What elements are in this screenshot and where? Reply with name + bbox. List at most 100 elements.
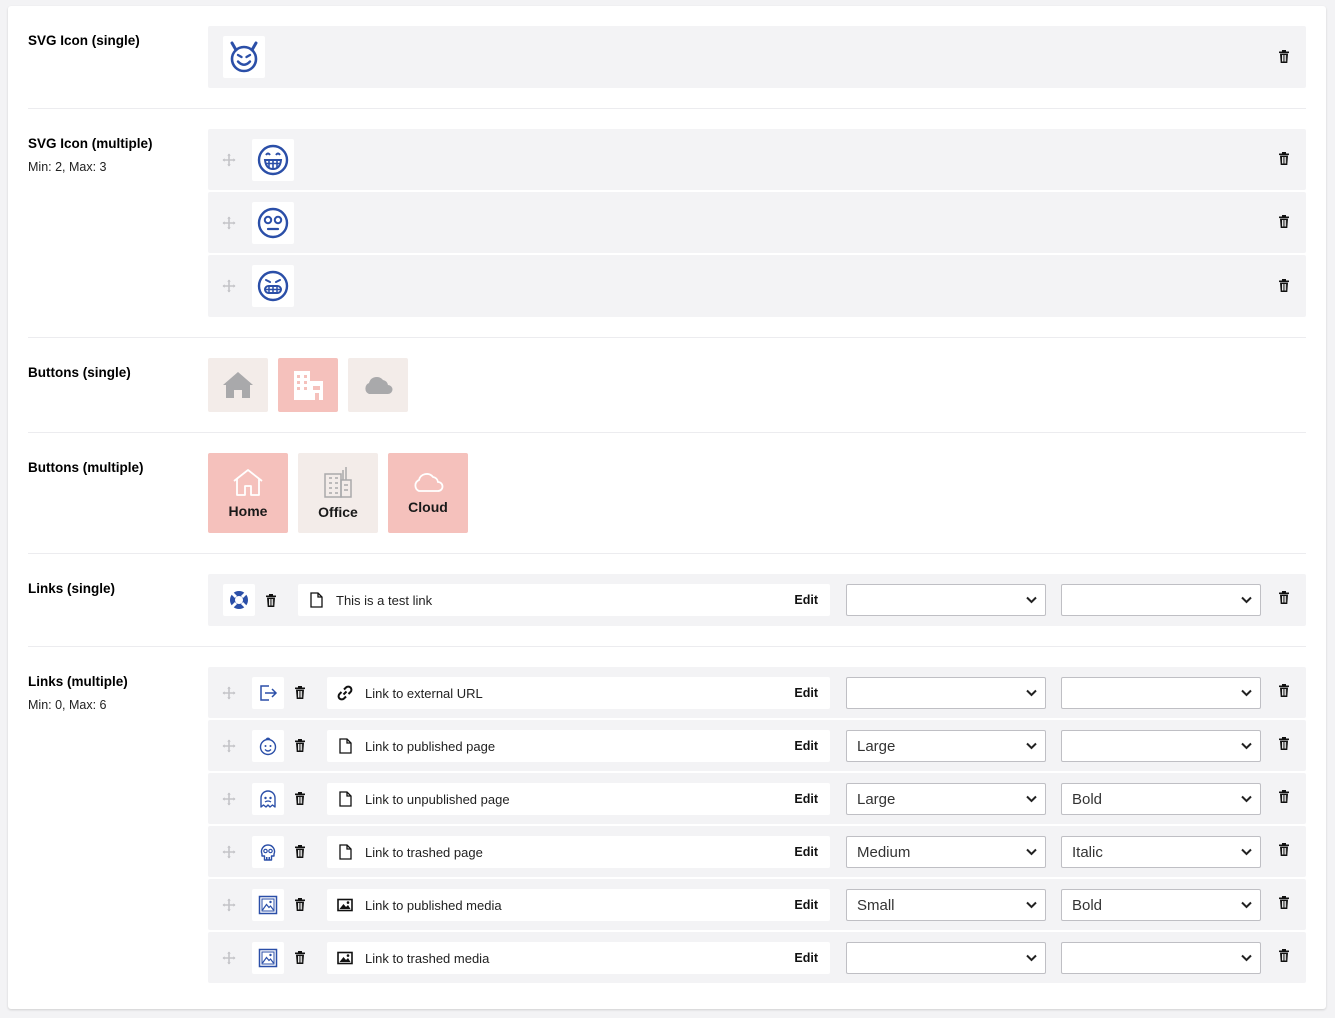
trash-icon[interactable] (294, 739, 306, 752)
property-buttons-single: Buttons (single) (28, 338, 1306, 433)
link-text: Link to published page (365, 739, 496, 754)
link-row: Link to trashed media Edit (208, 932, 1306, 983)
link-icon (337, 685, 353, 701)
property-description: Min: 0, Max: 6 (28, 698, 107, 712)
drag-handle-icon[interactable] (222, 951, 236, 965)
style-select[interactable] (1061, 730, 1261, 762)
link-text: Link to unpublished page (365, 792, 510, 807)
trash-icon[interactable] (1278, 843, 1290, 856)
link-row: Link to trashed page Edit Medium Italic (208, 826, 1306, 877)
link-text: This is a test link (336, 593, 433, 608)
trash-icon[interactable] (1278, 591, 1290, 604)
edit-link-button[interactable]: Edit (794, 739, 818, 753)
svg-icon-row (208, 255, 1306, 317)
home-icon (223, 372, 253, 398)
size-select[interactable] (846, 942, 1046, 974)
select-value: Small (857, 897, 895, 914)
sign-out-icon[interactable] (252, 677, 284, 709)
style-select[interactable]: Italic (1061, 836, 1261, 868)
size-select[interactable]: Large (846, 783, 1046, 815)
chevron-down-icon (1241, 848, 1252, 856)
size-select[interactable] (846, 677, 1046, 709)
edit-link-button[interactable]: Edit (794, 845, 818, 859)
style-select[interactable] (1061, 584, 1261, 616)
trash-icon[interactable] (294, 686, 306, 699)
trash-icon[interactable] (294, 792, 306, 805)
trash-icon[interactable] (1278, 279, 1290, 292)
trash-icon[interactable] (1278, 50, 1290, 63)
trash-icon[interactable] (294, 951, 306, 964)
trash-icon[interactable] (1278, 896, 1290, 909)
trash-icon[interactable] (294, 845, 306, 858)
edit-link-button[interactable]: Edit (794, 792, 818, 806)
edit-link-button[interactable]: Edit (794, 951, 818, 965)
home-toggle-button[interactable]: Home (208, 453, 288, 533)
chevron-down-icon (1026, 689, 1037, 697)
edit-link-button[interactable]: Edit (794, 686, 818, 700)
drag-handle-icon[interactable] (222, 739, 236, 753)
trash-icon[interactable] (1278, 684, 1290, 697)
size-select[interactable]: Small (846, 889, 1046, 921)
cloud-toggle-button[interactable]: Cloud (388, 453, 468, 533)
button-label: Office (318, 504, 358, 520)
picture-icon[interactable] (252, 889, 284, 921)
link-picker[interactable]: Link to unpublished page Edit (327, 783, 830, 815)
select-value: Bold (1072, 791, 1103, 808)
trash-icon[interactable] (1278, 790, 1290, 803)
link-picker[interactable]: Link to trashed page Edit (327, 836, 830, 868)
sleepy-face-icon[interactable] (252, 202, 294, 244)
link-picker[interactable]: Link to trashed media Edit (327, 942, 830, 974)
grimace-icon[interactable] (252, 265, 294, 307)
baby-icon[interactable] (252, 730, 284, 762)
picture-icon[interactable] (252, 942, 284, 974)
edit-link-button[interactable]: Edit (794, 898, 818, 912)
drag-handle-icon[interactable] (222, 216, 236, 230)
link-picker[interactable]: Link to published media Edit (327, 889, 830, 921)
link-picker[interactable]: Link to external URL Edit (327, 677, 830, 709)
chevron-down-icon (1241, 954, 1252, 962)
edit-link-button[interactable]: Edit (794, 593, 818, 607)
chevron-down-icon (1241, 901, 1252, 909)
drag-handle-icon[interactable] (222, 845, 236, 859)
drag-handle-icon[interactable] (222, 153, 236, 167)
style-select[interactable] (1061, 677, 1261, 709)
chevron-down-icon (1241, 742, 1252, 750)
trash-icon[interactable] (1278, 215, 1290, 228)
drag-handle-icon[interactable] (222, 279, 236, 293)
drag-handle-icon[interactable] (222, 792, 236, 806)
size-select[interactable]: Large (846, 730, 1046, 762)
style-select[interactable] (1061, 942, 1261, 974)
skull-icon[interactable] (252, 836, 284, 868)
home-button[interactable] (208, 358, 268, 412)
property-label: Links (multiple) (28, 674, 128, 689)
link-picker[interactable]: This is a test link Edit (298, 584, 830, 616)
style-select[interactable]: Bold (1061, 783, 1261, 815)
image-icon (337, 897, 353, 913)
trash-icon[interactable] (1278, 949, 1290, 962)
property-buttons-multiple: Buttons (multiple) Home Office Cloud (28, 433, 1306, 554)
trash-icon[interactable] (265, 594, 277, 607)
trash-icon[interactable] (1278, 737, 1290, 750)
size-select[interactable] (846, 584, 1046, 616)
link-picker[interactable]: Link to published page Edit (327, 730, 830, 762)
devil-smiley-icon[interactable] (223, 36, 265, 78)
image-icon (337, 950, 353, 966)
style-select[interactable]: Bold (1061, 889, 1261, 921)
drag-handle-icon[interactable] (222, 686, 236, 700)
trash-icon[interactable] (294, 898, 306, 911)
cloud-icon (365, 376, 393, 394)
grin-icon[interactable] (252, 139, 294, 181)
button-label: Cloud (408, 499, 448, 515)
chevron-down-icon (1026, 954, 1037, 962)
office-button[interactable] (278, 358, 338, 412)
cloud-button[interactable] (348, 358, 408, 412)
link-text: Link to trashed page (365, 845, 483, 860)
chevron-down-icon (1026, 901, 1037, 909)
drag-handle-icon[interactable] (222, 898, 236, 912)
office-toggle-button[interactable]: Office (298, 453, 378, 533)
lifebuoy-icon[interactable] (223, 584, 255, 616)
size-select[interactable]: Medium (846, 836, 1046, 868)
trash-icon[interactable] (1278, 152, 1290, 165)
ghost-icon[interactable] (252, 783, 284, 815)
property-label: SVG Icon (multiple) (28, 136, 153, 151)
